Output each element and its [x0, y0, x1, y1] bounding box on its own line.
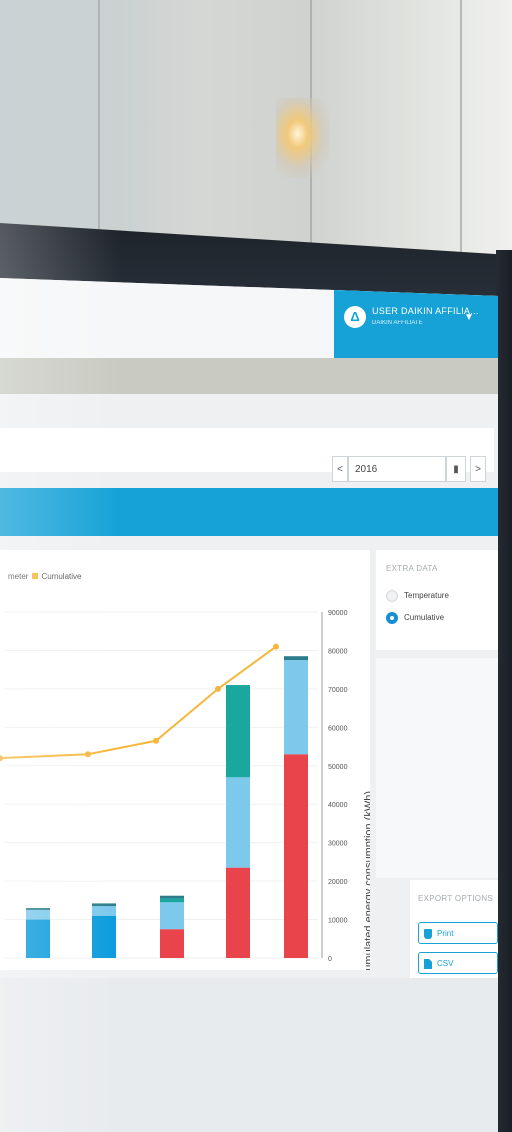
- bar-segment: [160, 895, 184, 899]
- section-header-band: [0, 488, 498, 536]
- y2-tick-label: 0: [328, 956, 332, 963]
- option-label: Cumulative: [404, 613, 445, 623]
- y2-tick-label: 50000: [328, 764, 348, 771]
- extra-data-panel: EXTRA DATA Temperature Cumulative: [376, 550, 498, 650]
- user-role: DAIKIN AFFILIATE: [372, 320, 423, 326]
- file-icon: [424, 959, 432, 969]
- energy-chart: 0 10000 20000 30000 40000 50000 60000 70000 8000…: [0, 610, 370, 970]
- date-prev-button[interactable]: <: [332, 456, 348, 482]
- extra-data-body: [376, 658, 498, 878]
- secondary-nav-band: [0, 358, 498, 394]
- y2-tick-label: 80000: [328, 648, 348, 655]
- export-options-panel: EXPORT OPTIONS Print CSV: [410, 880, 498, 990]
- y2-tick-label: 90000: [328, 610, 348, 617]
- radio-off-icon[interactable]: [386, 590, 398, 602]
- print-button[interactable]: Print: [418, 922, 498, 944]
- cumulative-point: [85, 751, 91, 758]
- bar-segment: [92, 915, 116, 958]
- user-avatar-icon: Δ: [344, 306, 366, 328]
- y2-tick-label: 70000: [328, 687, 348, 694]
- y2-tick-label: 40000: [328, 802, 348, 809]
- cumulative-point: [153, 737, 159, 744]
- printer-icon: [424, 929, 432, 939]
- csv-button[interactable]: CSV: [418, 952, 498, 974]
- calendar-icon[interactable]: ▮: [446, 456, 466, 482]
- y2-axis-title: Accumulated energy consumption (kWh): [363, 791, 370, 970]
- bar-segment: [284, 660, 308, 755]
- export-options-title: EXPORT OPTIONS: [418, 894, 494, 903]
- csv-label: CSV: [437, 959, 454, 968]
- y2-tick-label: 20000: [328, 879, 348, 886]
- bar-segment: [160, 898, 184, 903]
- bar-segment: [26, 908, 50, 910]
- option-cumulative[interactable]: Cumulative: [386, 612, 444, 624]
- bar-segment: [226, 685, 250, 778]
- print-label: Print: [437, 929, 454, 938]
- lamp-glow: [276, 98, 330, 178]
- year-input[interactable]: 2016: [348, 456, 446, 482]
- bar-segment: [92, 903, 116, 907]
- app-screen: Δ USER DAIKIN AFFILIA... DAIKIN AFFILIAT…: [0, 278, 498, 1132]
- bar-segment: [226, 777, 250, 868]
- bar-segment: [160, 929, 184, 958]
- option-temperature[interactable]: Temperature: [386, 590, 449, 602]
- extra-data-title: EXTRA DATA: [386, 564, 438, 573]
- bar-segment: [92, 906, 116, 916]
- bar-segment: [284, 656, 308, 661]
- bar-segment: [160, 902, 184, 930]
- bar-segment: [284, 754, 308, 958]
- bar-segment: [26, 909, 50, 920]
- y2-tick-label: 30000: [328, 841, 348, 848]
- y2-tick-label: 60000: [328, 725, 348, 732]
- monitor-bezel-side: [496, 250, 512, 1132]
- bar-segment: [226, 867, 250, 958]
- cumulative-point: [0, 755, 3, 762]
- lower-area: [0, 978, 498, 1132]
- radio-on-icon[interactable]: [386, 612, 398, 624]
- user-name: USER DAIKIN AFFILIA...: [372, 306, 479, 316]
- bar-segment: [26, 919, 50, 958]
- cumulative-point: [273, 643, 279, 650]
- y2-tick-label: 10000: [328, 918, 348, 925]
- cumulative-point: [215, 685, 221, 692]
- date-next-button[interactable]: >: [470, 456, 486, 482]
- chevron-down-icon[interactable]: ▼: [464, 312, 474, 323]
- option-label: Temperature: [404, 591, 449, 601]
